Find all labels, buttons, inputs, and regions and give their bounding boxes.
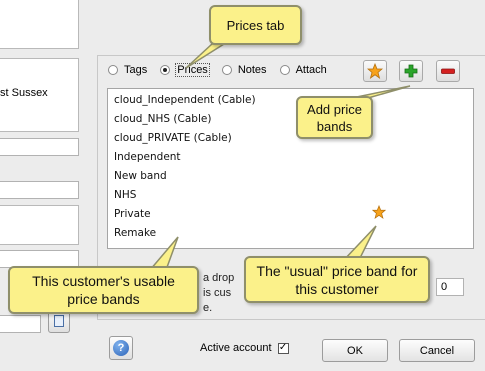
callout-pointers [148,43,411,271]
cancel-button-label: Cancel [419,344,455,357]
cancel-button[interactable]: Cancel [399,339,475,362]
question-icon: ? [113,340,129,356]
active-account-checkbox[interactable]: ✓ [277,342,289,354]
help-button[interactable]: ? [109,336,133,360]
usual-band-callout-text: The "usual" price band for this customer [256,262,418,297]
prices-tab-callout-text: Prices tab [226,17,285,33]
active-account-label: Active account [200,342,272,354]
ok-button-label: OK [347,344,363,357]
usable-bands-callout: This customer's usable price bands [8,266,199,314]
usable-bands-callout-text: This customer's usable price bands [32,273,175,307]
prices-tab-pointer [185,43,227,69]
usual-band-callout: The "usual" price band for this customer [244,256,430,303]
add-bands-callout: Add price bands [296,96,373,139]
active-account-row: Active account ✓ [200,342,289,354]
ok-button[interactable]: OK [322,339,388,362]
prices-tab-callout: Prices tab [209,5,302,45]
add-bands-callout-text: Add price bands [307,101,362,134]
